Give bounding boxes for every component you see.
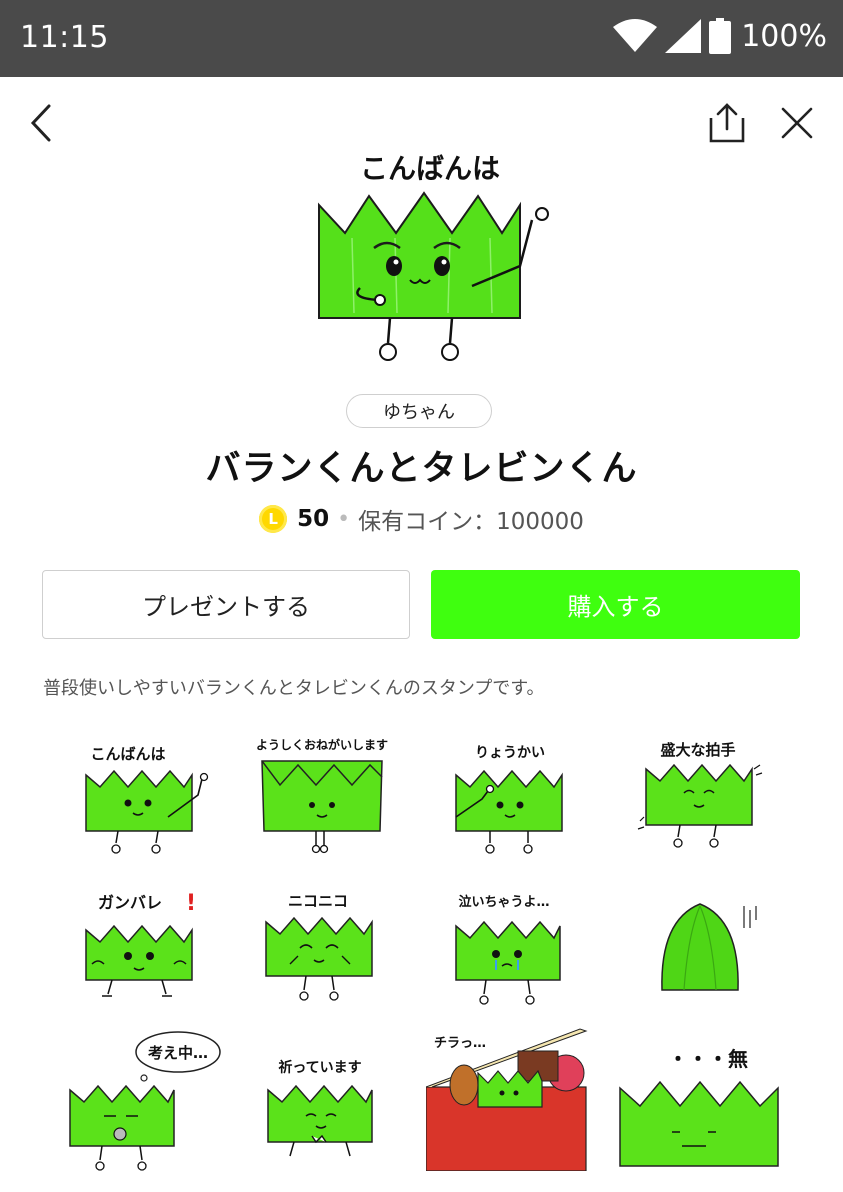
sticker-caption: ガンバレ: [98, 893, 162, 912]
sticker-item[interactable]: こんばんは: [68, 725, 248, 875]
sticker-image: りょうかい: [455, 745, 563, 854]
buy-button[interactable]: 購入する: [431, 570, 800, 639]
sticker-caption: ようしくおねがいします: [256, 737, 388, 752]
sticker-caption: 盛大な拍手: [660, 741, 735, 759]
chevron-left-icon: [30, 104, 51, 142]
sticker-image: 盛大な拍手: [637, 741, 763, 848]
price-separator: •: [337, 506, 351, 532]
sticker-caption: ニコニコ: [288, 892, 348, 910]
close-icon: [781, 107, 813, 139]
sticker-image: チラっ…: [426, 1028, 588, 1171]
signal-icon: [665, 19, 702, 53]
sticker-caption: 祈っています: [278, 1059, 361, 1076]
hero-stamp-image: こんばんは: [318, 152, 549, 361]
sticker-item[interactable]: ガンバレ !: [68, 880, 248, 1030]
sticker-image: こんばんは: [85, 745, 209, 854]
sticker-item[interactable]: 考え中…: [68, 1030, 248, 1180]
sticker-caption: チラっ…: [434, 1036, 486, 1051]
sticker-item[interactable]: 祈っています: [250, 1030, 430, 1180]
sticker-item[interactable]: りょうかい: [442, 725, 622, 875]
present-button[interactable]: プレゼントする: [42, 570, 410, 639]
share-icon: [709, 103, 745, 143]
sticker-image: [661, 903, 757, 991]
author-chip[interactable]: ゆちゃん: [346, 394, 492, 428]
back-button[interactable]: [20, 101, 64, 145]
sticker-image: ニコニコ: [265, 892, 373, 1001]
sticker-caption: こんばんは: [90, 745, 165, 763]
sticker-item[interactable]: 泣いちゃうよ…: [442, 880, 622, 1030]
sticker-image: 考え中…: [69, 1031, 221, 1171]
hero-stamp-caption: こんばんは: [360, 152, 500, 185]
sticker-item[interactable]: ・・・無: [618, 1030, 798, 1180]
sticker-item[interactable]: [632, 880, 812, 1030]
sticker-item[interactable]: チラっ…: [426, 1021, 616, 1171]
battery-icon: [709, 18, 732, 54]
sticker-image: ・・・無: [619, 1047, 779, 1167]
battery-percent: 100%: [741, 18, 827, 54]
price-value: 50: [297, 506, 330, 532]
sticker-item[interactable]: ニコニコ: [250, 880, 430, 1030]
wifi-icon: [613, 19, 658, 52]
line-coin-icon: L: [259, 505, 288, 533]
exclamation-mark: !: [186, 891, 196, 916]
sticker-item[interactable]: 盛大な拍手: [632, 725, 812, 875]
sticker-caption: りょうかい: [475, 745, 545, 761]
sticker-caption: ・・・無: [668, 1047, 748, 1071]
sticker-image: 祈っています: [267, 1059, 373, 1157]
sticker-title: バランくんとタレビンくん: [205, 449, 638, 489]
sticker-image: ガンバレ !: [85, 891, 196, 997]
sticker-caption: 泣いちゃうよ…: [458, 894, 549, 910]
status-bar: 11:15 100%: [0, 0, 843, 77]
status-icons: 100%: [613, 18, 827, 54]
share-button[interactable]: [705, 101, 749, 145]
close-button[interactable]: [775, 101, 819, 145]
sticker-image: 泣いちゃうよ…: [455, 894, 561, 1005]
price-row: L 50 • 保有コイン：100000: [0, 502, 843, 536]
sticker-description: 普段使いしやすいバランくんとタレビンくんのスタンプです。: [43, 678, 545, 699]
sticker-image: ようしくおねがいします: [256, 737, 388, 854]
status-time: 11:15: [20, 20, 109, 55]
sticker-grid: こんばんは ようしくおねがいします りょうかい 盛大な拍手 ガンバレ ! ニコニ…: [40, 725, 840, 1192]
sticker-caption: 考え中…: [148, 1044, 208, 1062]
owned-coins: 保有コイン：100000: [358, 509, 584, 535]
sticker-item[interactable]: ようしくおねがいします: [250, 725, 430, 875]
